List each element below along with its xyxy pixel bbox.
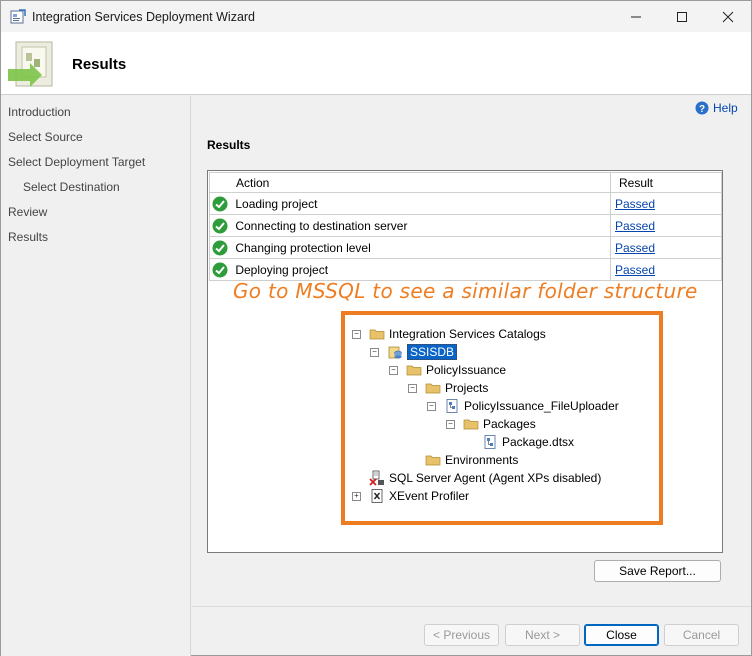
folder-icon bbox=[425, 383, 441, 394]
svg-text:?: ? bbox=[699, 104, 705, 115]
tree-node-integration-services-catalogs[interactable]: − Integration Services Catalogs bbox=[352, 326, 546, 342]
tree-node-label: Environments bbox=[445, 453, 519, 467]
tree-node-sql-server-agent[interactable]: SQL Server Agent (Agent XPs disabled) bbox=[369, 470, 601, 486]
save-report-button[interactable]: Save Report... bbox=[594, 560, 721, 582]
result-link[interactable]: Passed bbox=[615, 219, 655, 233]
tree-node-label: XEvent Profiler bbox=[389, 489, 470, 503]
collapse-icon[interactable]: − bbox=[446, 419, 455, 429]
tree-node-label: Integration Services Catalogs bbox=[389, 327, 546, 341]
tree-node-label: PolicyIssuance_FileUploader bbox=[464, 399, 619, 413]
result-link[interactable]: Passed bbox=[615, 263, 655, 277]
tree-node-label: SSISDB bbox=[407, 344, 458, 360]
collapse-icon[interactable]: − bbox=[352, 329, 361, 339]
tree-node-package-dtsx[interactable]: Package.dtsx bbox=[482, 434, 574, 450]
title-bar[interactable]: Integration Services Deployment Wizard bbox=[1, 1, 751, 32]
tree-node-xevent-profiler[interactable]: + XEvent Profiler bbox=[352, 488, 469, 504]
nav-step-review[interactable]: Review bbox=[8, 205, 47, 219]
close-button[interactable]: Close bbox=[584, 624, 659, 646]
table-row: Loading project Passed bbox=[209, 192, 722, 215]
window-title: Integration Services Deployment Wizard bbox=[32, 10, 256, 24]
folder-icon bbox=[406, 365, 422, 376]
wizard-window: Integration Services Deployment Wizard R… bbox=[0, 0, 752, 656]
nav-step-select-destination[interactable]: Select Destination bbox=[23, 180, 120, 194]
close-window-button[interactable] bbox=[705, 1, 751, 32]
tree-node-label: Package.dtsx bbox=[502, 435, 575, 449]
footer-divider bbox=[192, 606, 751, 607]
collapse-icon[interactable]: − bbox=[408, 383, 417, 393]
next-button[interactable]: Next > bbox=[505, 624, 580, 646]
app-icon bbox=[10, 9, 26, 24]
tree-node-label: SQL Server Agent (Agent XPs disabled) bbox=[389, 471, 602, 485]
result-cell: Passed bbox=[610, 258, 722, 281]
page-title: Results bbox=[72, 56, 127, 73]
help-link[interactable]: ? Help bbox=[695, 101, 738, 115]
nav-step-select-source[interactable]: Select Source bbox=[8, 130, 83, 144]
tree-node-label: PolicyIssuance bbox=[426, 363, 507, 377]
action-cell: Connecting to destination server bbox=[209, 214, 611, 237]
table-row: Connecting to destination server Passed bbox=[209, 214, 722, 237]
maximize-icon bbox=[677, 11, 687, 22]
nav-step-results[interactable]: Results bbox=[8, 230, 48, 244]
maximize-button[interactable] bbox=[659, 1, 705, 32]
tree-node-projects[interactable]: − Projects bbox=[408, 380, 488, 396]
result-link[interactable]: Passed bbox=[615, 197, 655, 211]
project-icon bbox=[446, 399, 458, 413]
tree-node-ssisdb[interactable]: − SSISDB bbox=[370, 344, 458, 360]
help-label: Help bbox=[713, 101, 738, 115]
tree-node-label: Packages bbox=[483, 417, 536, 431]
table-header-row: Action Result bbox=[209, 172, 722, 193]
close-icon bbox=[722, 11, 734, 22]
action-label: Loading project bbox=[235, 196, 318, 211]
action-label: Changing protection level bbox=[235, 240, 371, 255]
ssms-tree-screenshot: − Integration Services Catalogs − SSISDB… bbox=[341, 311, 663, 525]
action-cell: Loading project bbox=[209, 192, 611, 215]
section-title: Results bbox=[207, 138, 251, 152]
result-cell: Passed bbox=[610, 236, 722, 259]
success-check-icon bbox=[212, 262, 228, 277]
table-row: Deploying project Passed bbox=[209, 258, 722, 281]
success-check-icon bbox=[212, 218, 228, 233]
folder-icon bbox=[425, 455, 441, 466]
success-check-icon bbox=[212, 240, 228, 255]
tree-node-environments[interactable]: Environments bbox=[425, 452, 518, 468]
column-header-action[interactable]: Action bbox=[209, 172, 611, 193]
wizard-header: Results bbox=[1, 32, 751, 95]
result-cell: Passed bbox=[610, 214, 722, 237]
folder-icon bbox=[463, 419, 479, 430]
nav-step-introduction[interactable]: Introduction bbox=[8, 105, 71, 119]
expand-icon[interactable]: + bbox=[352, 491, 361, 501]
tree-node-policyissuance-fileuploader[interactable]: − PolicyIssuance_FileUploader bbox=[427, 398, 619, 414]
nav-step-select-deployment-target[interactable]: Select Deployment Target bbox=[8, 155, 145, 169]
package-icon bbox=[484, 435, 496, 449]
column-header-result[interactable]: Result bbox=[610, 172, 722, 193]
results-table: Action Result Loading project Passed Con… bbox=[209, 172, 722, 281]
help-icon: ? bbox=[695, 101, 709, 115]
action-cell: Deploying project bbox=[209, 258, 611, 281]
minimize-button[interactable] bbox=[613, 1, 659, 32]
result-link[interactable]: Passed bbox=[615, 241, 655, 255]
database-icon bbox=[388, 346, 402, 359]
profiler-icon bbox=[371, 489, 383, 503]
wizard-header-icon bbox=[8, 41, 53, 87]
tree-node-label: Projects bbox=[445, 381, 489, 395]
table-row: Changing protection level Passed bbox=[209, 236, 722, 259]
minimize-icon bbox=[631, 16, 641, 17]
tree-node-packages[interactable]: − Packages bbox=[446, 416, 536, 432]
result-cell: Passed bbox=[610, 192, 722, 215]
folder-icon bbox=[369, 329, 385, 340]
action-label: Connecting to destination server bbox=[235, 218, 408, 233]
tree-node-policyissuance[interactable]: − PolicyIssuance bbox=[389, 362, 506, 378]
annotation-text: Go to MSSQL to see a similar folder stru… bbox=[233, 279, 698, 303]
action-cell: Changing protection level bbox=[209, 236, 611, 259]
collapse-icon[interactable]: − bbox=[427, 401, 436, 411]
collapse-icon[interactable]: − bbox=[389, 365, 398, 375]
wizard-steps-nav: Introduction Select Source Select Deploy… bbox=[1, 96, 191, 656]
success-check-icon bbox=[212, 196, 228, 211]
collapse-icon[interactable]: − bbox=[370, 347, 379, 357]
previous-button[interactable]: < Previous bbox=[424, 624, 499, 646]
cancel-button[interactable]: Cancel bbox=[664, 624, 739, 646]
agent-icon bbox=[369, 470, 384, 486]
action-label: Deploying project bbox=[235, 262, 329, 277]
